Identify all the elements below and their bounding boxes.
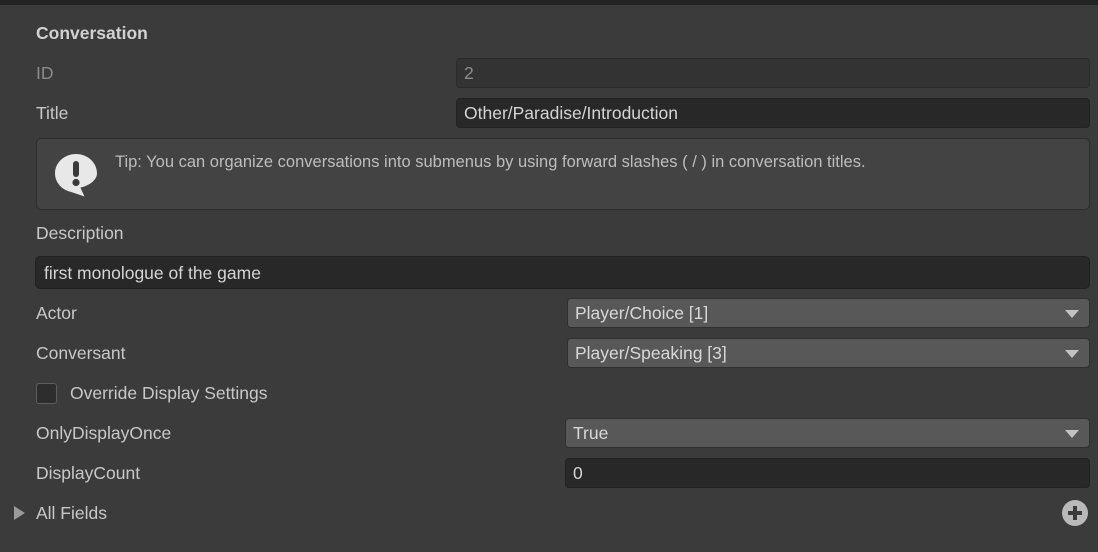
display-count-label: DisplayCount — [36, 463, 141, 483]
actor-row: Actor Player/Choice [1] — [0, 298, 1098, 328]
description-label: Description — [36, 223, 124, 243]
chevron-down-icon — [1065, 350, 1079, 358]
id-field: 2 — [456, 58, 1090, 88]
only-display-once-row: OnlyDisplayOnce True — [0, 418, 1098, 448]
tip-text: Tip: You can organize conversations into… — [115, 153, 866, 171]
title-row: Title Other/Paradise/Introduction — [0, 98, 1098, 128]
description-label-row: Description — [0, 218, 1098, 248]
chevron-down-icon — [1065, 310, 1079, 318]
id-label: ID — [36, 63, 54, 83]
all-fields-row[interactable]: All Fields — [0, 498, 1098, 528]
override-display-settings-checkbox[interactable] — [36, 383, 57, 404]
display-count-row: DisplayCount 0 — [0, 458, 1098, 488]
all-fields-label: All Fields — [36, 503, 107, 523]
only-display-once-dropdown[interactable]: True — [565, 418, 1090, 448]
foldout-triangle-right-icon[interactable] — [14, 506, 25, 520]
actor-label: Actor — [36, 303, 77, 323]
override-display-settings-label: Override Display Settings — [70, 383, 268, 403]
description-textarea[interactable]: first monologue of the game — [35, 256, 1090, 289]
add-field-button[interactable] — [1062, 500, 1088, 526]
chevron-down-icon — [1065, 430, 1079, 438]
page-title: Conversation — [36, 23, 148, 43]
conversation-inspector-panel: Conversation ID 2 Title Other/Paradise/I… — [0, 0, 1098, 552]
conversant-row: Conversant Player/Speaking [3] — [0, 338, 1098, 368]
only-display-once-value: True — [573, 422, 609, 443]
actor-dropdown[interactable]: Player/Choice [1] — [567, 298, 1090, 328]
tip-helpbox: Tip: You can organize conversations into… — [36, 138, 1090, 210]
display-count-input[interactable]: 0 — [565, 458, 1090, 488]
info-speech-bubble-icon — [53, 152, 99, 198]
conversant-dropdown[interactable]: Player/Speaking [3] — [567, 338, 1090, 368]
conversant-label: Conversant — [36, 343, 126, 363]
actor-dropdown-value: Player/Choice [1] — [575, 302, 709, 323]
conversant-dropdown-value: Player/Speaking [3] — [575, 342, 727, 363]
only-display-once-label: OnlyDisplayOnce — [36, 423, 172, 443]
section-header-row: Conversation — [0, 18, 1098, 48]
override-display-settings-row[interactable]: Override Display Settings — [0, 378, 1098, 408]
title-input[interactable]: Other/Paradise/Introduction — [456, 98, 1090, 128]
id-row: ID 2 — [0, 58, 1098, 88]
title-label: Title — [36, 103, 69, 123]
